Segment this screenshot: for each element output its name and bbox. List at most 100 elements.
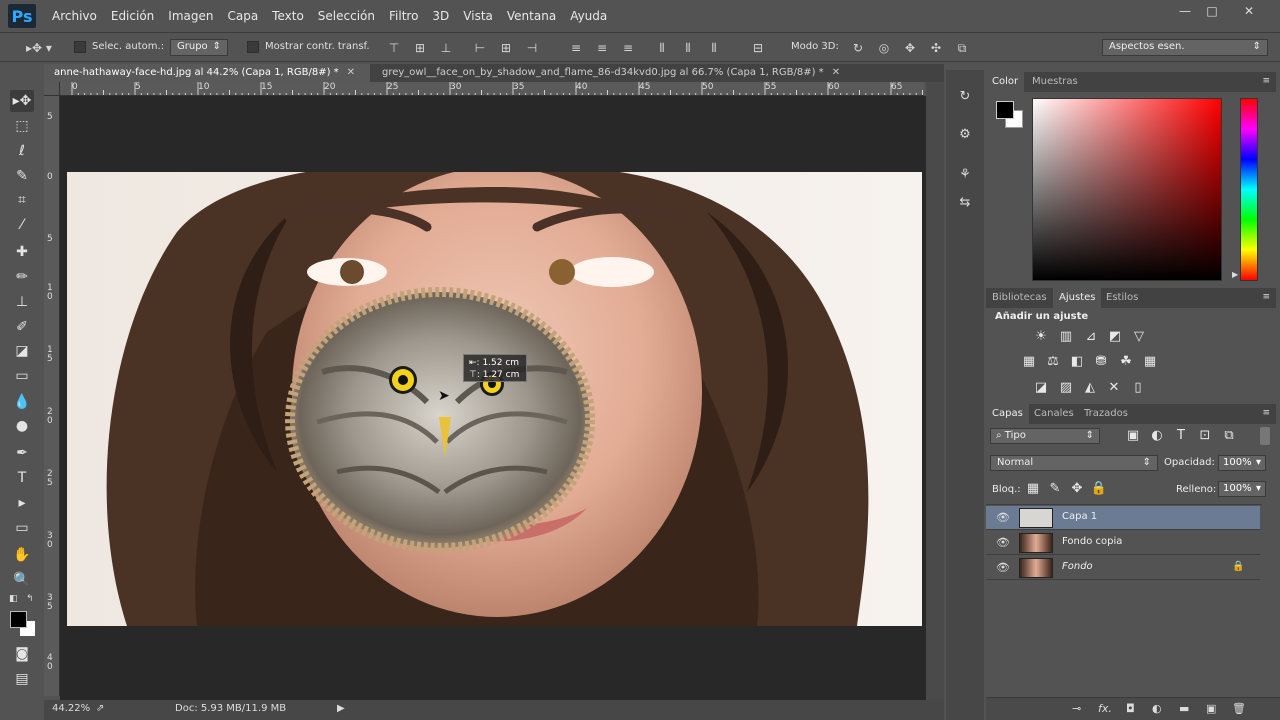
add-mask-icon[interactable]: ◘: [1126, 702, 1135, 715]
eraser-tool-icon[interactable]: ◪: [10, 340, 34, 362]
tab-anne-hathaway[interactable]: anne-hathaway-face-hd.jpg al 44.2% (Capa…: [44, 64, 370, 82]
distribute-hcenter-icon[interactable]: ⦀: [680, 40, 696, 56]
healing-brush-tool-icon[interactable]: ✚: [10, 241, 34, 263]
roll-3d-icon[interactable]: ◎: [876, 40, 892, 56]
properties-panel-icon[interactable]: ⚙: [954, 124, 976, 146]
layer-row[interactable]: 👁 Fondo copia: [986, 531, 1260, 555]
marquee-tool-icon[interactable]: ⬚: [10, 115, 34, 137]
link-layers-icon[interactable]: ⊸: [1072, 702, 1081, 715]
tab-grey-owl[interactable]: grey_owl__face_on_by_shadow_and_flame_86…: [372, 64, 864, 82]
distribute-vcenter-icon[interactable]: ≡: [594, 40, 610, 56]
vertical-scrollbar[interactable]: [926, 82, 944, 700]
swap-colors-icon[interactable]: ↰: [26, 594, 36, 604]
zoom-tool-icon[interactable]: 🔍: [10, 569, 34, 591]
lock-position-icon[interactable]: ✥: [1068, 480, 1086, 498]
path-select-tool-icon[interactable]: ▸: [10, 492, 34, 514]
align-vcenter-icon[interactable]: ⊞: [412, 40, 428, 56]
align-top-icon[interactable]: ⊤: [386, 40, 402, 56]
menu-archivo[interactable]: Archivo: [52, 9, 97, 23]
maximize-button[interactable]: □: [1199, 4, 1225, 18]
blur-tool-icon[interactable]: 💧: [10, 391, 34, 413]
blend-mode-dropdown[interactable]: Normal ⇕: [990, 455, 1158, 471]
lock-transparent-icon[interactable]: ▦: [1024, 480, 1042, 498]
tab-canales[interactable]: Canales: [1028, 404, 1080, 424]
gradient-map-icon[interactable]: ✕: [1105, 379, 1123, 397]
distribute-top-icon[interactable]: ≡: [568, 40, 584, 56]
panel-menu-icon[interactable]: ≡: [1262, 292, 1270, 302]
filter-smart-icon[interactable]: ⧉: [1220, 427, 1238, 445]
tab-ajustes[interactable]: Ajustes: [1053, 288, 1102, 308]
layer-filter-dropdown[interactable]: ⌕ Tipo ⇕: [990, 428, 1100, 444]
move-tool-icon[interactable]: ▸✥: [10, 90, 34, 112]
scale-3d-icon[interactable]: ⧉: [954, 40, 970, 56]
menu-seleccion[interactable]: Selección: [318, 9, 375, 23]
crop-tool-icon[interactable]: ⌗: [10, 189, 34, 211]
photo-filter-icon[interactable]: ⛃: [1092, 353, 1110, 371]
rectangle-tool-icon[interactable]: ▭: [10, 517, 34, 539]
auto-align-icon[interactable]: ⊟: [750, 40, 766, 56]
history-panel-icon[interactable]: ↻: [954, 86, 976, 108]
channel-mixer-icon[interactable]: ☘: [1117, 353, 1135, 371]
levels-icon[interactable]: ▥: [1057, 328, 1075, 346]
tab-estilos[interactable]: Estilos: [1100, 288, 1144, 308]
menu-ventana[interactable]: Ventana: [507, 9, 556, 23]
hue-saturation-icon[interactable]: ▦: [1020, 353, 1038, 371]
vibrance-icon[interactable]: ▽: [1130, 328, 1148, 346]
dodge-tool-icon[interactable]: ●: [10, 415, 34, 437]
close-tab-icon[interactable]: ✕: [347, 67, 355, 78]
new-group-icon[interactable]: ▬: [1179, 702, 1189, 715]
default-colors-icon[interactable]: ◧: [9, 594, 19, 604]
fx-icon[interactable]: fx.: [1098, 702, 1112, 715]
drag-3d-icon[interactable]: ✥: [902, 40, 918, 56]
filter-type-icon[interactable]: T: [1172, 427, 1190, 445]
color-field[interactable]: [1032, 98, 1222, 281]
hand-tool-icon[interactable]: ✋: [10, 544, 34, 566]
close-window-button[interactable]: ✕: [1236, 4, 1262, 18]
panel-menu-icon[interactable]: ≡: [1262, 76, 1270, 86]
close-tab-icon[interactable]: ✕: [832, 67, 840, 78]
visibility-eye-icon[interactable]: 👁: [996, 511, 1010, 524]
distribute-bottom-icon[interactable]: ≡: [620, 40, 636, 56]
menu-texto[interactable]: Texto: [272, 9, 304, 23]
menu-3d[interactable]: 3D: [432, 9, 449, 23]
menu-vista[interactable]: Vista: [463, 9, 493, 23]
visibility-eye-icon[interactable]: 👁: [996, 536, 1010, 549]
filter-pixel-icon[interactable]: ▣: [1124, 427, 1142, 445]
align-left-icon[interactable]: ⊢: [472, 40, 488, 56]
panel-menu-icon[interactable]: ≡: [1262, 408, 1270, 418]
distribute-left-icon[interactable]: ⦀: [654, 40, 670, 56]
color-fg-swatch[interactable]: [996, 101, 1014, 119]
menu-edicion[interactable]: Edición: [111, 9, 154, 23]
hue-slider-handle-icon[interactable]: ▶: [1232, 270, 1238, 279]
foreground-color-swatch[interactable]: [10, 611, 27, 628]
pen-tool-icon[interactable]: ✒: [10, 442, 34, 464]
tab-muestras[interactable]: Muestras: [1026, 72, 1084, 92]
lasso-tool-icon[interactable]: ℓ: [10, 140, 34, 162]
status-menu-arrow-icon[interactable]: ▶: [337, 703, 345, 714]
move-tool-preset-icon[interactable]: ▸✥ ▾: [24, 40, 54, 56]
invert-icon[interactable]: ◪: [1032, 379, 1050, 397]
quick-mask-icon[interactable]: ◙: [10, 643, 34, 665]
gradient-tool-icon[interactable]: ▭: [10, 365, 34, 387]
color-lookup-icon[interactable]: ▦: [1141, 353, 1159, 371]
eyedropper-tool-icon[interactable]: ⁄: [10, 214, 34, 236]
lock-all-icon[interactable]: 🔒: [1090, 480, 1108, 498]
export-icon[interactable]: ⇗: [96, 703, 104, 714]
color-balance-icon[interactable]: ⚖: [1044, 353, 1062, 371]
rotate-3d-icon[interactable]: ↻: [850, 40, 866, 56]
document-image[interactable]: [67, 172, 922, 626]
adjustment-layer-icon[interactable]: ◐: [1152, 702, 1162, 715]
brush-settings-icon[interactable]: ⇆: [954, 192, 976, 214]
filter-toggle[interactable]: [1260, 427, 1270, 445]
ruler-origin[interactable]: [44, 82, 60, 96]
fill-input[interactable]: 100% ▾: [1218, 481, 1266, 497]
new-layer-icon[interactable]: ▣: [1206, 702, 1216, 715]
visibility-eye-icon[interactable]: 👁: [996, 561, 1010, 574]
menu-ayuda[interactable]: Ayuda: [570, 9, 607, 23]
quick-select-tool-icon[interactable]: ✎: [10, 165, 34, 187]
opacity-input[interactable]: 100% ▾: [1218, 455, 1266, 471]
posterize-icon[interactable]: ▨: [1057, 379, 1075, 397]
minimize-button[interactable]: —: [1172, 4, 1198, 18]
filter-adjustment-icon[interactable]: ◐: [1148, 427, 1166, 445]
auto-select-checkbox[interactable]: [74, 41, 86, 53]
